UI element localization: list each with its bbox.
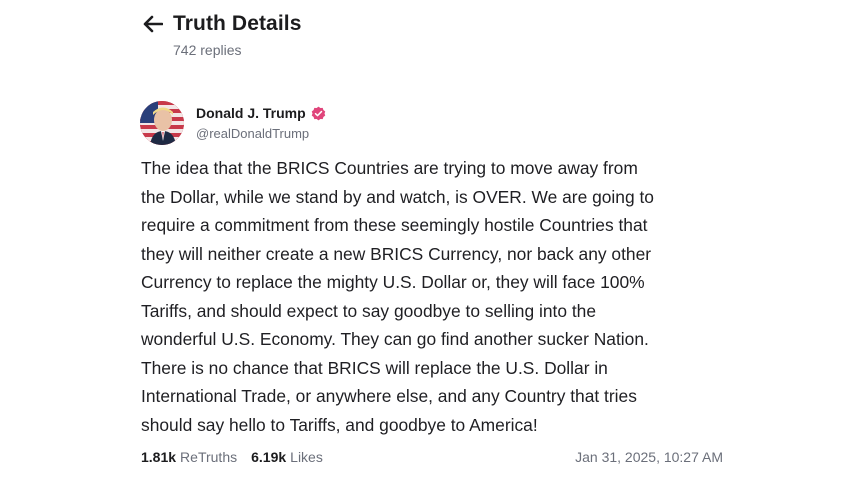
post-stats: 1.81k ReTruths 6.19k Likes (141, 449, 337, 465)
post-timestamp: Jan 31, 2025, 10:27 AM (575, 449, 723, 465)
author-name[interactable]: Donald J. Trump (196, 105, 306, 121)
post-line: Currency to replace the mighty U.S. Doll… (141, 272, 645, 292)
retruths-label: ReTruths (180, 449, 238, 465)
avatar[interactable] (140, 101, 184, 145)
retruths-stat[interactable]: 1.81k ReTruths (141, 449, 237, 465)
post-line: International Trade, or anywhere else, a… (141, 386, 637, 406)
post-text: The idea that the BRICS Countries are tr… (141, 154, 741, 439)
page-title: Truth Details (173, 12, 302, 35)
post-line: require a commitment from these seemingl… (141, 215, 648, 235)
post-line: the Dollar, while we stand by and watch,… (141, 186, 654, 207)
author-name-row: Donald J. Trump (196, 105, 326, 121)
post-header: Truth Details 742 replies (143, 12, 302, 58)
post-line: wonderful U.S. Economy. They can go find… (141, 329, 649, 349)
likes-stat[interactable]: 6.19k Likes (251, 449, 323, 465)
author-handle[interactable]: @realDonaldTrump (196, 126, 326, 141)
reply-count: 742 replies (173, 42, 242, 58)
post-author: Donald J. Trump @realDonaldTrump (140, 101, 326, 145)
likes-count: 6.19k (251, 449, 287, 465)
post-line: The idea that the BRICS Countries are tr… (141, 158, 638, 178)
back-button[interactable] (143, 13, 165, 35)
verified-badge-icon (311, 106, 326, 121)
likes-label: Likes (290, 449, 323, 465)
post-line: they will neither create a new BRICS Cur… (141, 243, 652, 264)
author-meta: Donald J. Trump @realDonaldTrump (196, 105, 326, 141)
post-line: There is no chance that BRICS will repla… (141, 357, 608, 378)
arrow-left-icon (143, 15, 163, 33)
avatar-image (140, 101, 184, 145)
post-line: Tariffs, and should expect to say goodby… (141, 300, 597, 321)
retruths-count: 1.81k (141, 449, 177, 465)
header-row: Truth Details (143, 12, 302, 36)
post-line: should say hello to Tariffs, and goodbye… (141, 414, 538, 435)
